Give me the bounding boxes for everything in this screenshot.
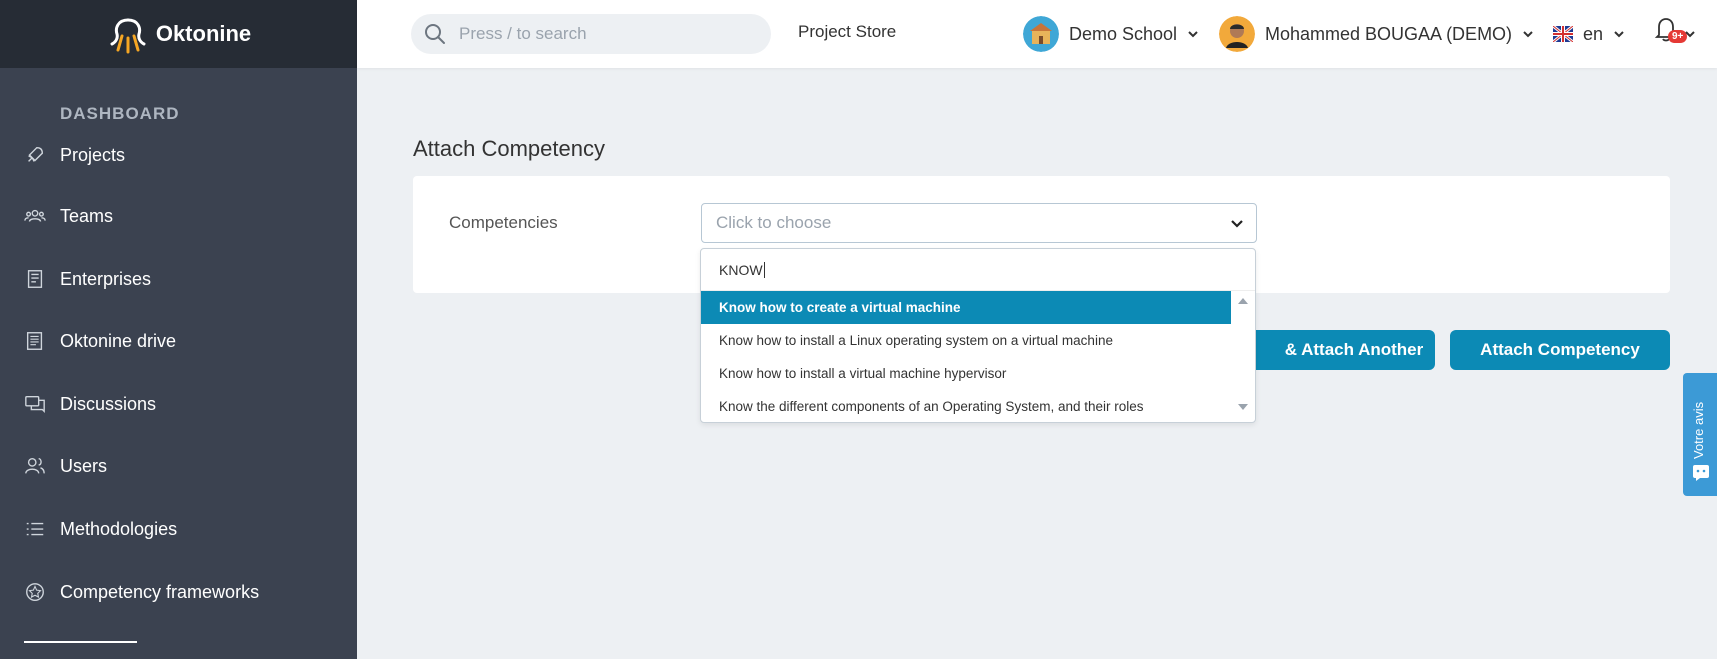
chevron-down-icon <box>1523 31 1533 38</box>
user-menu[interactable]: Mohammed BOUGAA (DEMO) <box>1219 14 1534 54</box>
sidebar-item-label: Users <box>60 455 108 476</box>
topbar: Press / to search Project Store Demo Sch… <box>357 0 1717 68</box>
page-title: Attach Competency <box>413 136 605 161</box>
sidebar-item-label: Teams <box>60 205 114 226</box>
dropdown-search-input[interactable]: KNOW <box>701 249 1255 291</box>
badge-icon <box>24 581 46 603</box>
select-placeholder: Click to choose <box>716 213 832 232</box>
competencies-label: Competencies <box>449 213 558 232</box>
sidebar: Oktonine DASHBOARD Projects Teams Enterp… <box>0 0 357 659</box>
sidebar-item-methodologies[interactable]: Methodologies <box>24 514 177 544</box>
dropdown-option[interactable]: Know how to create a virtual machine <box>701 291 1231 324</box>
chevron-down-icon <box>1614 31 1624 38</box>
team-icon <box>24 205 46 227</box>
uk-flag-icon <box>1553 26 1573 42</box>
brand-logo[interactable]: Oktonine <box>0 0 357 68</box>
attach-another-label: & Attach Another <box>1284 340 1424 359</box>
sidebar-divider <box>24 641 137 643</box>
search-icon <box>425 24 445 44</box>
language-selector[interactable]: en <box>1553 14 1625 54</box>
user-name: Mohammed BOUGAA (DEMO) <box>1265 23 1513 44</box>
school-avatar <box>1023 16 1059 52</box>
language-code: en <box>1583 23 1604 44</box>
sidebar-item-label: Methodologies <box>60 518 178 539</box>
chat-bubble-icon <box>1693 465 1709 481</box>
sidebar-item-discussions[interactable]: Discussions <box>24 389 156 419</box>
option-label: Know how to install a virtual machine hy… <box>719 366 1007 381</box>
sidebar-item-users[interactable]: Users <box>24 451 107 481</box>
sidebar-item-label: Competency frameworks <box>60 581 260 602</box>
text-cursor <box>763 261 765 278</box>
sidebar-item-competency-frameworks[interactable]: Competency frameworks <box>24 577 259 607</box>
option-label: Know how to create a virtual machine <box>719 300 961 315</box>
sidebar-item-projects[interactable]: Projects <box>24 140 125 170</box>
sidebar-item-label: Enterprises <box>60 268 152 289</box>
chevron-down-icon <box>1231 220 1243 228</box>
building-icon <box>24 268 46 290</box>
competencies-dropdown: KNOW Know how to create a virtual machin… <box>700 248 1256 423</box>
sidebar-item-enterprises[interactable]: Enterprises <box>24 264 151 294</box>
sidebar-item-label: Oktonine drive <box>60 330 177 351</box>
attach-competency-button[interactable]: Attach Competency <box>1450 330 1670 370</box>
chat-icon <box>24 393 46 415</box>
feedback-tab[interactable]: Votre avis <box>1683 373 1717 496</box>
user-avatar <box>1219 16 1255 52</box>
drive-icon <box>24 330 46 352</box>
scroll-down-icon[interactable] <box>1237 403 1249 411</box>
dropdown-option[interactable]: Know the different components of an Oper… <box>701 390 1231 423</box>
school-selector[interactable]: Demo School <box>1023 14 1199 54</box>
option-label: Know the different components of an Oper… <box>719 399 1144 414</box>
attach-another-button[interactable]: & Attach Another <box>1245 330 1435 370</box>
chevron-down-icon <box>1685 31 1695 38</box>
search-placeholder: Press / to search <box>459 24 587 43</box>
brand-name: Oktonine <box>155 21 252 46</box>
chevron-down-icon <box>1188 31 1198 38</box>
search-input[interactable]: Press / to search <box>411 14 771 54</box>
rocket-icon <box>24 144 46 166</box>
project-store-link[interactable]: Project Store <box>798 22 896 42</box>
notifications-button[interactable]: 9+ <box>1654 16 1695 50</box>
octopus-logo-icon <box>110 18 146 54</box>
sidebar-item-drive[interactable]: Oktonine drive <box>24 326 176 356</box>
sidebar-heading: DASHBOARD <box>60 104 180 123</box>
feedback-label: Votre avis <box>1691 401 1706 459</box>
dropdown-search-value: KNOW <box>719 261 763 278</box>
scroll-up-icon[interactable] <box>1237 297 1249 305</box>
dropdown-option[interactable]: Know how to install a virtual machine hy… <box>701 357 1231 390</box>
sidebar-item-teams[interactable]: Teams <box>24 201 113 231</box>
school-name: Demo School <box>1069 23 1178 44</box>
dropdown-option[interactable]: Know how to install a Linux operating sy… <box>701 324 1231 357</box>
sidebar-item-label: Discussions <box>60 393 157 414</box>
users-icon <box>24 455 46 477</box>
option-label: Know how to install a Linux operating sy… <box>719 333 1113 348</box>
competencies-select[interactable]: Click to choose <box>701 203 1257 243</box>
list-icon <box>24 518 46 540</box>
attach-competency-label: Attach Competency <box>1480 340 1640 359</box>
sidebar-item-label: Projects <box>60 144 126 165</box>
